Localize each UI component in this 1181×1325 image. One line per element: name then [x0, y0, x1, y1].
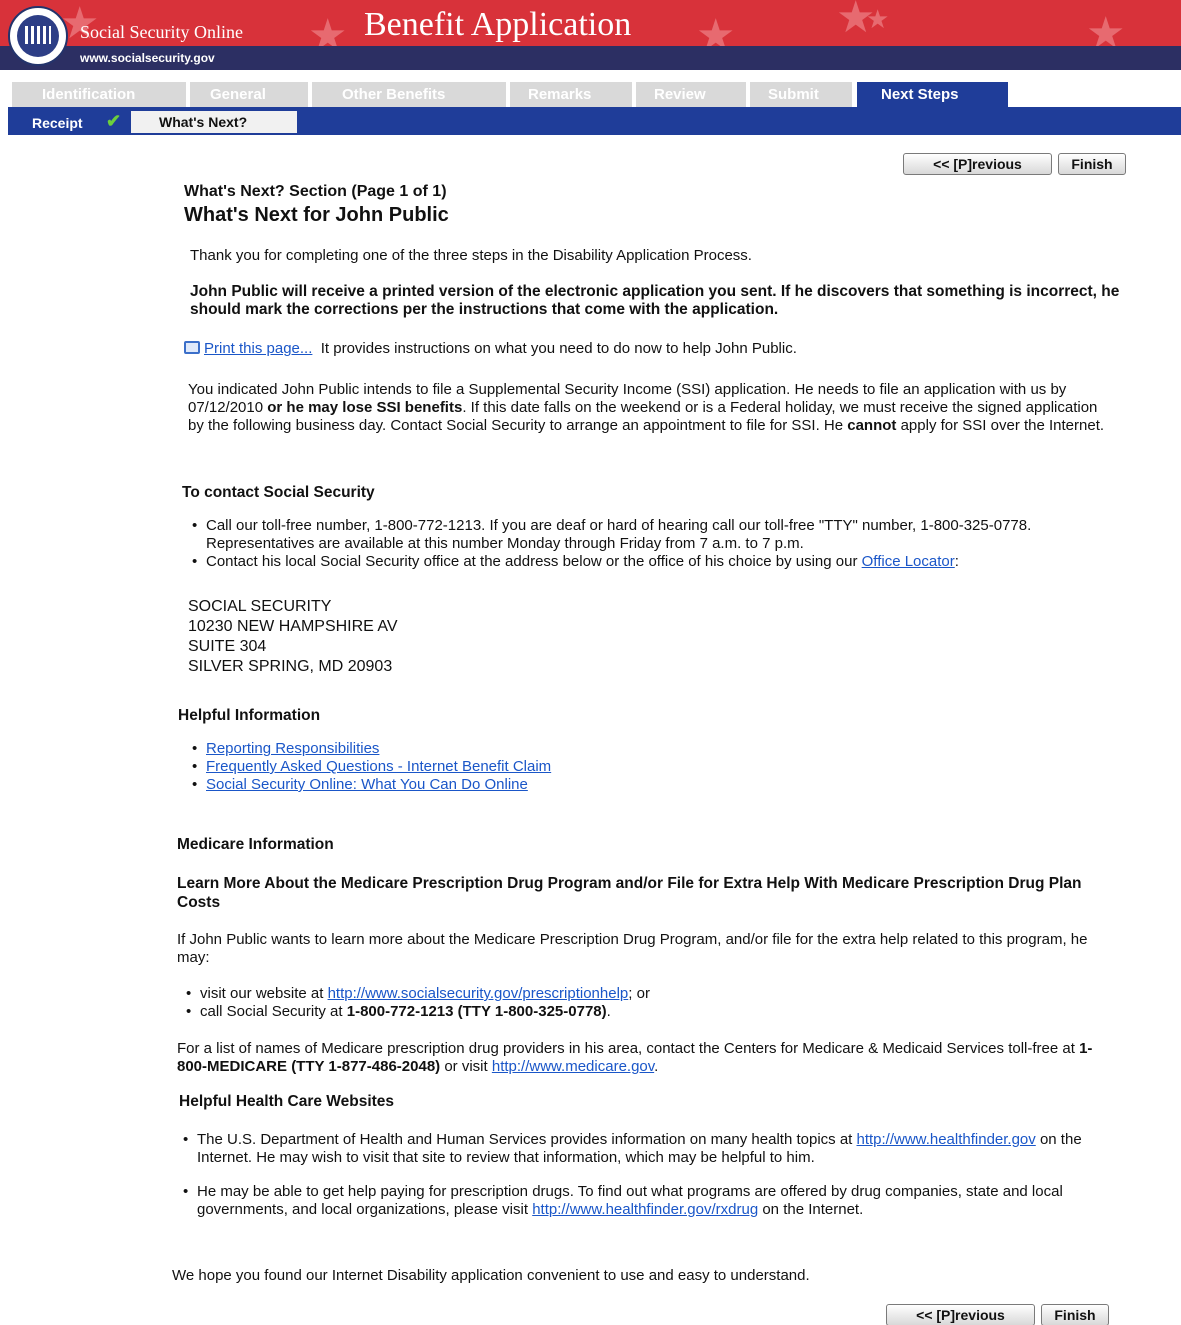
- medicare-phone: 1-800-772-1213 (TTY 1-800-325-0778): [346, 1003, 607, 1020]
- section-title: What's Next? Section (Page 1 of 1): [184, 183, 447, 200]
- print-description: It provides instructions on what you nee…: [320, 340, 797, 357]
- medicare-heading: Medicare Information: [177, 836, 334, 853]
- subtab-receipt[interactable]: Receipt: [32, 115, 83, 131]
- finish-button[interactable]: Finish: [1058, 153, 1126, 175]
- ssi-paragraph: You indicated John Public intends to fil…: [188, 381, 1108, 435]
- providers-text: For a list of names of Medicare prescrip…: [177, 1040, 1075, 1057]
- contact-office-text: Contact his local Social Security office…: [206, 553, 858, 570]
- list-item: Frequently Asked Questions - Internet Be…: [186, 758, 551, 776]
- app-title: Benefit Application: [364, 6, 632, 43]
- ssi-warning: or he may lose SSI benefits: [267, 399, 463, 416]
- providers-visit-text: or visit: [444, 1058, 488, 1075]
- previous-button-bottom[interactable]: << [P]revious: [886, 1304, 1035, 1325]
- healthfinder-link[interactable]: http://www.healthfinder.gov: [857, 1131, 1036, 1148]
- subtab-whats-next[interactable]: What's Next?: [131, 111, 297, 133]
- star-icon: ★: [1086, 9, 1126, 47]
- ssi-cannot: cannot: [847, 417, 897, 434]
- star-icon: ★: [696, 11, 736, 47]
- print-page-link[interactable]: Print this page...: [204, 340, 312, 357]
- thanks-text: Thank you for completing one of the thre…: [190, 247, 752, 264]
- rx-text-post: on the Internet.: [762, 1201, 864, 1218]
- tab-submit[interactable]: Submit: [750, 82, 852, 107]
- star-icon: ★: [308, 11, 348, 47]
- address-line: SUITE 304: [188, 638, 267, 655]
- list-item: Social Security Online: What You Can Do …: [186, 776, 551, 794]
- medicare-subheading: Learn More About the Medicare Prescripti…: [177, 875, 1082, 911]
- contact-list: Call our toll-free number, 1-800-772-121…: [186, 517, 1106, 571]
- address-line: 10230 NEW HAMPSHIRE AV: [188, 618, 398, 635]
- helpful-links-list: Reporting Responsibilities Frequently As…: [186, 740, 551, 794]
- faq-link[interactable]: Frequently Asked Questions - Internet Be…: [206, 758, 551, 775]
- medicare-period: .: [606, 1003, 611, 1020]
- reporting-responsibilities-link[interactable]: Reporting Responsibilities: [206, 740, 379, 757]
- contact-bullet-phone: Call our toll-free number, 1-800-772-121…: [186, 517, 1106, 553]
- printed-version-notice: John Public will receive a printed versi…: [190, 283, 1120, 318]
- prescriptionhelp-link[interactable]: http://www.socialsecurity.gov/prescripti…: [328, 985, 629, 1002]
- print-row: Print this page... It provides instructi…: [184, 340, 797, 358]
- site-url: www.socialsecurity.gov: [80, 51, 215, 65]
- list-item: call Social Security at 1-800-772-1213 (…: [180, 1003, 650, 1021]
- address-line: SILVER SPRING, MD 20903: [188, 658, 393, 675]
- site-name: Social Security Online: [80, 22, 243, 42]
- providers-period: .: [654, 1058, 659, 1075]
- providers-paragraph: For a list of names of Medicare prescrip…: [177, 1040, 1117, 1076]
- star-icon: ★: [866, 4, 890, 34]
- tab-other-benefits[interactable]: Other Benefits: [312, 82, 506, 107]
- tab-next-steps[interactable]: Next Steps: [857, 82, 1008, 107]
- list-item: visit our website at http://www.socialse…: [180, 985, 650, 1003]
- websites-heading: Helpful Health Care Websites: [179, 1093, 395, 1110]
- contact-office-colon: :: [954, 553, 959, 570]
- hhs-text: The U.S. Department of Health and Human …: [197, 1131, 853, 1148]
- tab-review[interactable]: Review: [636, 82, 746, 107]
- address-line: SOCIAL SECURITY: [188, 598, 332, 615]
- medicare-or-text: ; or: [628, 985, 650, 1002]
- list-item: He may be able to get help paying for pr…: [177, 1183, 1097, 1219]
- previous-button[interactable]: << [P]revious: [903, 153, 1052, 175]
- medicare-intro: If John Public wants to learn more about…: [177, 931, 1088, 966]
- healthfinder-rxdrug-link[interactable]: http://www.healthfinder.gov/rxdrug: [532, 1201, 758, 1218]
- medicare-gov-link[interactable]: http://www.medicare.gov: [492, 1058, 654, 1075]
- printer-icon: [184, 341, 200, 354]
- ssi-text-3: apply for SSI over the Internet.: [900, 417, 1105, 434]
- office-locator-link[interactable]: Office Locator: [862, 553, 955, 570]
- medicare-call-text: call Social Security at: [200, 1003, 343, 1020]
- office-address: SOCIAL SECURITY 10230 NEW HAMPSHIRE AV S…: [188, 597, 398, 677]
- contact-bullet-office: Contact his local Social Security office…: [186, 553, 1106, 571]
- tab-general[interactable]: General: [190, 82, 308, 107]
- tab-identification[interactable]: Identification: [12, 82, 186, 107]
- websites-list: The U.S. Department of Health and Human …: [177, 1131, 1097, 1219]
- helpful-info-heading: Helpful Information: [178, 707, 321, 724]
- tab-remarks[interactable]: Remarks: [510, 82, 632, 107]
- closing-text: We hope you found our Internet Disabilit…: [172, 1267, 810, 1284]
- medicare-visit-text: visit our website at: [200, 985, 324, 1002]
- page-title: What's Next for John Public: [184, 204, 449, 226]
- medicare-list: visit our website at http://www.socialse…: [180, 985, 650, 1021]
- checkmark-icon: ✔: [106, 111, 122, 131]
- contact-heading: To contact Social Security: [182, 484, 375, 501]
- ssa-seal-logo: [8, 6, 68, 66]
- finish-button-bottom[interactable]: Finish: [1041, 1304, 1109, 1325]
- what-you-can-do-online-link[interactable]: Social Security Online: What You Can Do …: [206, 776, 528, 793]
- list-item: The U.S. Department of Health and Human …: [177, 1131, 1097, 1167]
- list-item: Reporting Responsibilities: [186, 740, 551, 758]
